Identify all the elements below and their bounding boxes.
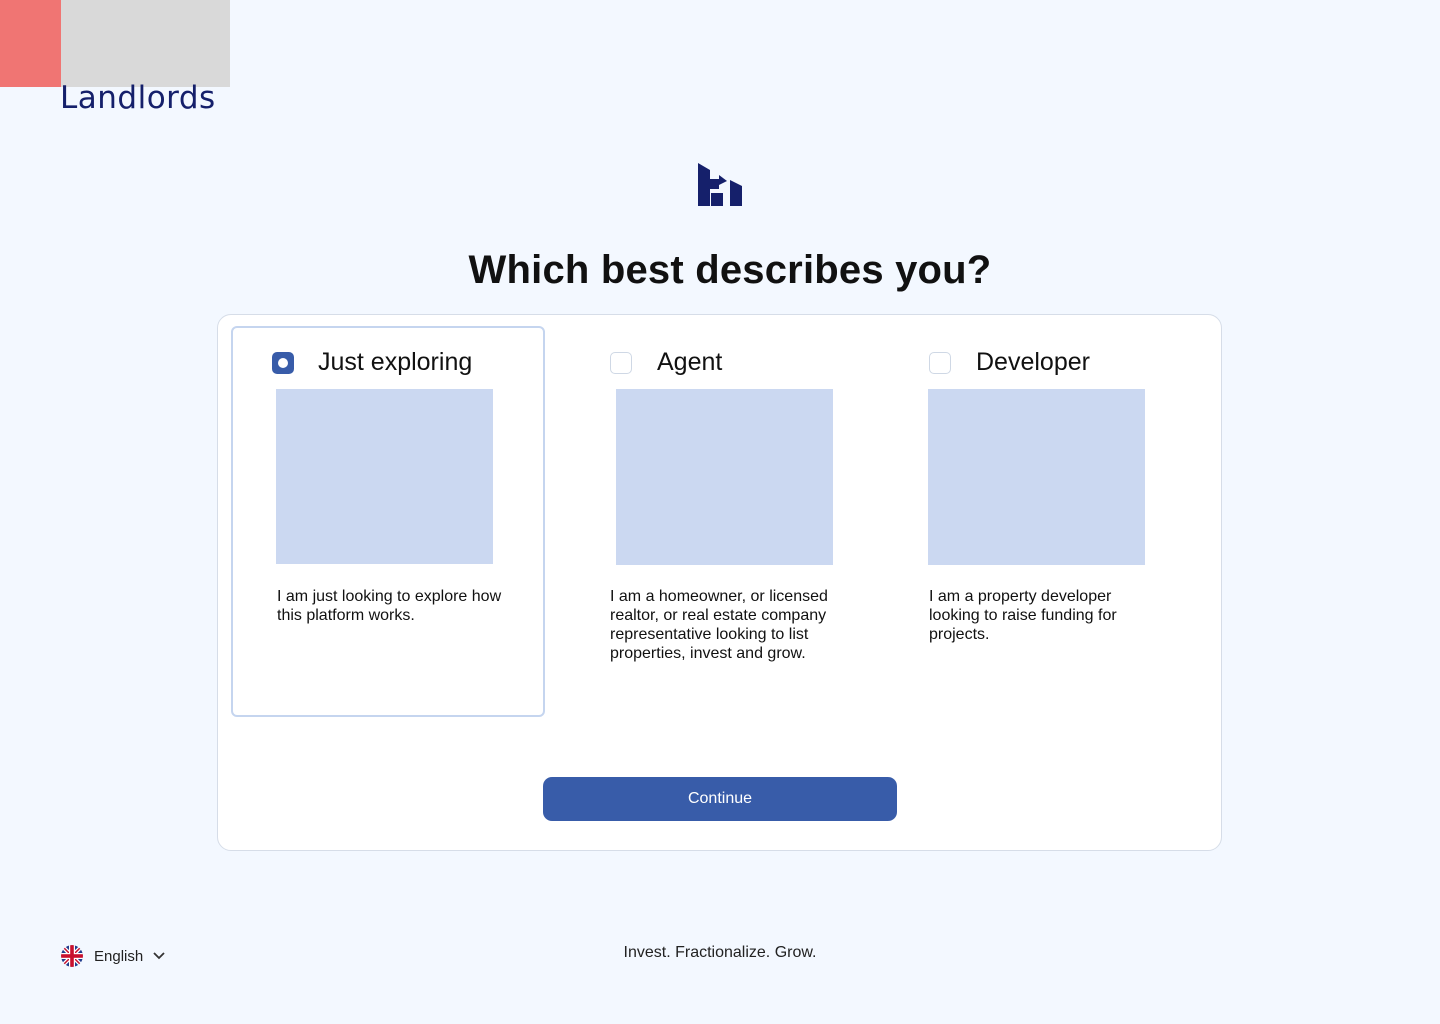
option-image-placeholder — [276, 389, 493, 564]
footer-tagline: Invest. Fractionalize. Grow. — [623, 944, 817, 961]
option-title: Developer — [976, 348, 1090, 376]
option-description: I am a property developer looking to rai… — [929, 588, 1117, 643]
page-title: Which best describes you? — [468, 248, 992, 292]
option-checkbox-developer[interactable] — [929, 352, 951, 374]
option-checkbox-agent[interactable] — [610, 352, 632, 374]
option-radio-just-exploring[interactable] — [272, 352, 294, 374]
brand-accent-block — [0, 0, 61, 87]
option-image-placeholder — [928, 389, 1145, 565]
option-title: Agent — [657, 348, 723, 376]
brand-placeholder-block — [61, 0, 230, 87]
option-image-placeholder — [616, 389, 833, 565]
continue-button[interactable]: Continue — [543, 777, 897, 821]
landlords-logo-icon — [698, 163, 742, 206]
option-description: I am just looking to explore how this pl… — [277, 588, 502, 624]
option-title: Just exploring — [318, 348, 473, 376]
option-description: I am a homeowner, or licensed realtor, o… — [610, 588, 828, 662]
brand-wordmark[interactable]: Landlords — [60, 80, 232, 116]
